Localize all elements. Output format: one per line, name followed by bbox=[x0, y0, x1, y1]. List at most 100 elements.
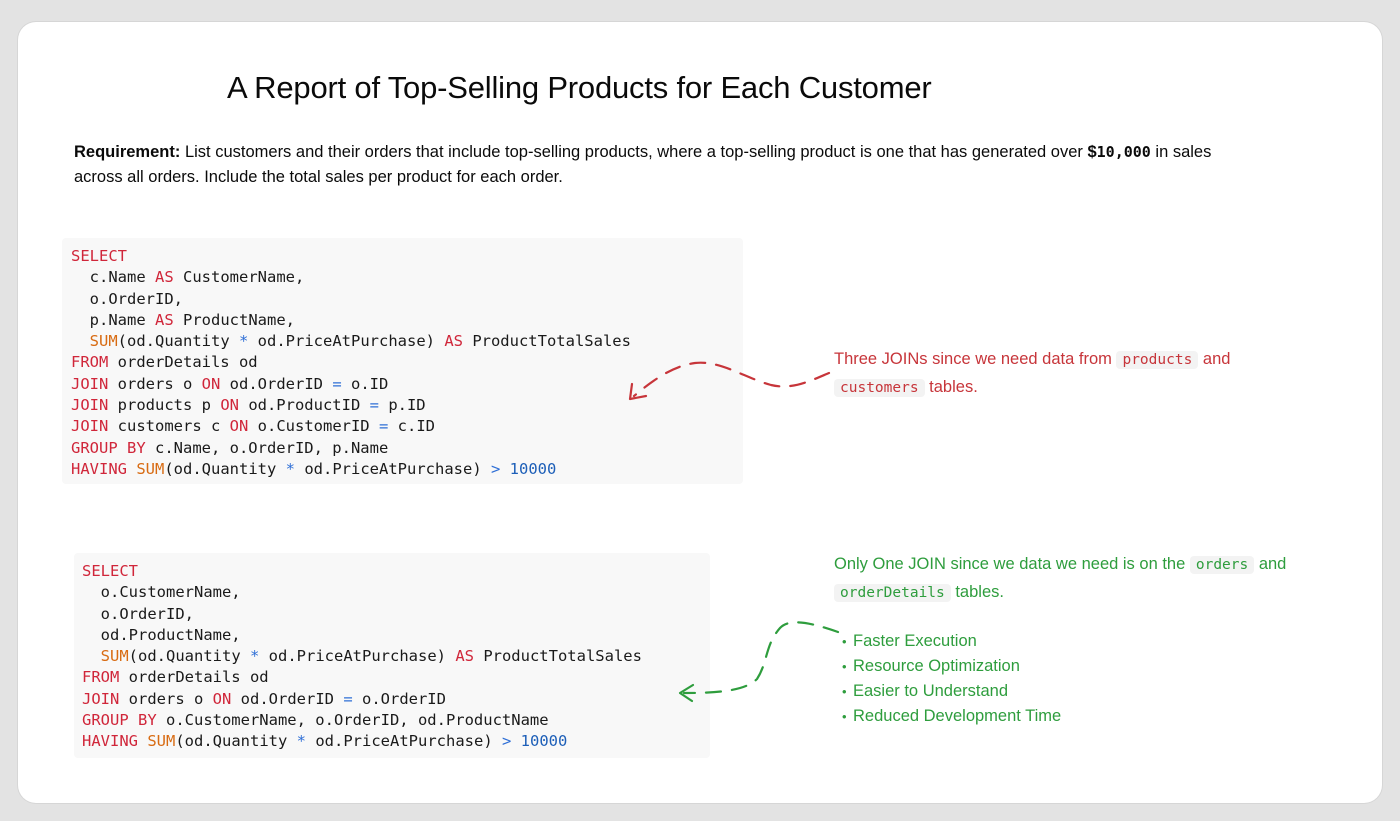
code-token-op: * bbox=[296, 732, 307, 751]
code-token: o.CustomerID bbox=[248, 417, 379, 436]
code-token-fn: SUM bbox=[147, 732, 176, 751]
requirement-text: Requirement: List customers and their or… bbox=[74, 140, 1264, 190]
code-token: o.OrderID, bbox=[82, 604, 194, 623]
code-token-kw: JOIN bbox=[71, 417, 109, 436]
code-token: o.OrderID, bbox=[71, 289, 183, 308]
code-token-op: > bbox=[490, 459, 501, 478]
note-three-joins-tables: tables. bbox=[924, 378, 978, 396]
code-token: o.CustomerName, bbox=[82, 583, 241, 602]
code-token: CustomerName, bbox=[173, 268, 305, 287]
code-token-kw: ON bbox=[229, 417, 249, 436]
code-line: JOIN orders o ON od.OrderID = o.ID bbox=[71, 374, 734, 395]
code-line: HAVING SUM(od.Quantity * od.PriceAtPurch… bbox=[82, 731, 702, 752]
page-title: A Report of Top-Selling Products for Eac… bbox=[227, 70, 932, 105]
code-token: o.ID bbox=[341, 374, 389, 393]
code-token-kw: AS bbox=[455, 647, 474, 666]
code-line: SELECT bbox=[82, 561, 702, 582]
code-token: products p bbox=[108, 396, 221, 415]
code-token: ProductName, bbox=[173, 310, 295, 329]
requirement-text-before: List customers and their orders that inc… bbox=[180, 143, 1088, 161]
code-token: ProductTotalSales bbox=[462, 332, 631, 351]
code-token-num: 10000 bbox=[509, 459, 557, 478]
code-line: GROUP BY c.Name, o.OrderID, p.Name bbox=[71, 438, 734, 459]
code-token-kw: JOIN bbox=[82, 689, 120, 708]
code-token-kw: AS bbox=[155, 268, 174, 287]
note-three-joins: Three JOINs since we need data from prod… bbox=[834, 346, 1314, 402]
code-token: (od.Quantity bbox=[164, 459, 286, 478]
sql-query-three-joins: SELECT c.Name AS CustomerName, o.OrderID… bbox=[62, 238, 743, 484]
code-token-kw: FROM bbox=[71, 353, 109, 372]
code-line: o.CustomerName, bbox=[82, 582, 702, 603]
code-token: od.PriceAtPurchase) bbox=[306, 732, 502, 751]
code-token-kw: GROUP BY bbox=[71, 438, 146, 457]
code-token: orders o bbox=[119, 689, 213, 708]
benefit-item: Easier to Understand bbox=[842, 679, 1061, 704]
requirement-money-symbol: $ bbox=[1087, 143, 1097, 161]
code-token-num: 10000 bbox=[520, 732, 568, 751]
code-line: GROUP BY o.CustomerName, o.OrderID, od.P… bbox=[82, 710, 702, 731]
code-token: od.PriceAtPurchase) bbox=[248, 332, 445, 351]
code-line: o.OrderID, bbox=[82, 604, 702, 625]
code-token-kw: ON bbox=[212, 689, 232, 708]
table-chip-orderdetails: orderDetails bbox=[834, 584, 951, 602]
note-one-join-and: and bbox=[1254, 555, 1287, 573]
code-token: od.ProductName, bbox=[82, 625, 241, 644]
code-token-kw: SELECT bbox=[71, 247, 127, 265]
code-token: p.Name bbox=[71, 310, 155, 329]
code-token-op: * bbox=[250, 647, 260, 666]
requirement-label: Requirement: bbox=[74, 143, 181, 161]
code-token: c.Name bbox=[71, 268, 155, 287]
code-token-fn: SUM bbox=[100, 647, 129, 666]
code-token-kw: HAVING bbox=[82, 732, 138, 751]
code-token: od.PriceAtPurchase) bbox=[259, 647, 456, 666]
code-token: o.OrderID bbox=[352, 689, 446, 708]
code-token-fn: SUM bbox=[136, 459, 165, 478]
code-token: orderDetails od bbox=[119, 668, 269, 687]
code-token-op: = bbox=[369, 396, 379, 415]
code-token-fn: SUM bbox=[89, 332, 118, 351]
code-token: od.ProductID bbox=[238, 396, 370, 415]
code-token: od.OrderID bbox=[220, 374, 333, 393]
code-token: o.CustomerName, o.OrderID, od.ProductNam… bbox=[156, 711, 549, 730]
code-token: od.PriceAtPurchase) bbox=[295, 459, 491, 478]
code-token-op: * bbox=[239, 332, 249, 351]
note-one-join-text: Only One JOIN since we data we need is o… bbox=[834, 555, 1190, 573]
code-line: SELECT bbox=[71, 246, 734, 267]
code-line: o.OrderID, bbox=[71, 289, 734, 310]
code-token: p.ID bbox=[378, 396, 426, 415]
code-line: SUM(od.Quantity * od.PriceAtPurchase) AS… bbox=[71, 331, 734, 352]
code-token: c.Name, o.OrderID, p.Name bbox=[145, 438, 389, 457]
code-token-op: > bbox=[501, 732, 512, 751]
code-token: (od.Quantity bbox=[175, 732, 297, 751]
code-line: FROM orderDetails od bbox=[82, 667, 702, 688]
code-line: JOIN customers c ON o.CustomerID = c.ID bbox=[71, 416, 734, 437]
note-one-join-tables: tables. bbox=[950, 583, 1004, 601]
code-token: od.OrderID bbox=[231, 689, 344, 708]
table-chip-orders: orders bbox=[1189, 556, 1255, 574]
code-token-kw: ON bbox=[220, 396, 239, 415]
requirement-amount: $10,000 bbox=[1087, 143, 1150, 161]
requirement-money-value: 10,000 bbox=[1096, 143, 1151, 161]
code-token-kw: AS bbox=[444, 332, 463, 351]
code-token-op: = bbox=[378, 417, 389, 436]
code-token: ProductTotalSales bbox=[473, 647, 642, 666]
code-token-kw: HAVING bbox=[71, 459, 127, 478]
code-line: c.Name AS CustomerName, bbox=[71, 267, 734, 288]
code-token-op: * bbox=[285, 459, 296, 478]
code-token-kw: SELECT bbox=[82, 562, 138, 580]
code-token-kw: JOIN bbox=[71, 374, 109, 393]
code-line: JOIN products p ON od.ProductID = p.ID bbox=[71, 395, 734, 416]
code-token-kw: AS bbox=[155, 310, 174, 329]
note-three-joins-and: and bbox=[1198, 350, 1231, 368]
code-token-kw: JOIN bbox=[71, 396, 109, 415]
code-token: orders o bbox=[108, 374, 202, 393]
note-one-join: Only One JOIN since we data we need is o… bbox=[834, 551, 1354, 607]
code-line: p.Name AS ProductName, bbox=[71, 310, 734, 331]
code-line: JOIN orders o ON od.OrderID = o.OrderID bbox=[82, 689, 702, 710]
sql-query-one-join: SELECT o.CustomerName, o.OrderID, od.Pro… bbox=[74, 553, 710, 758]
